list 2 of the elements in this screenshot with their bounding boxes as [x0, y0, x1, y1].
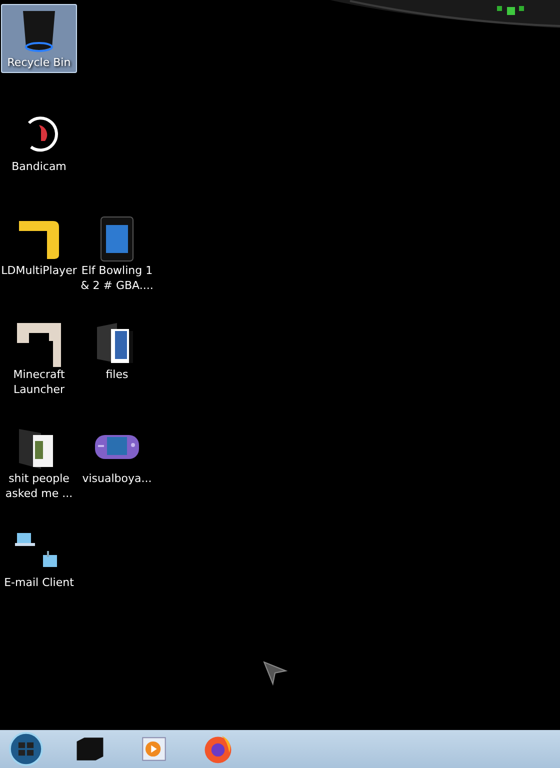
- cursor-icon: [262, 660, 288, 686]
- start-button[interactable]: [6, 731, 46, 767]
